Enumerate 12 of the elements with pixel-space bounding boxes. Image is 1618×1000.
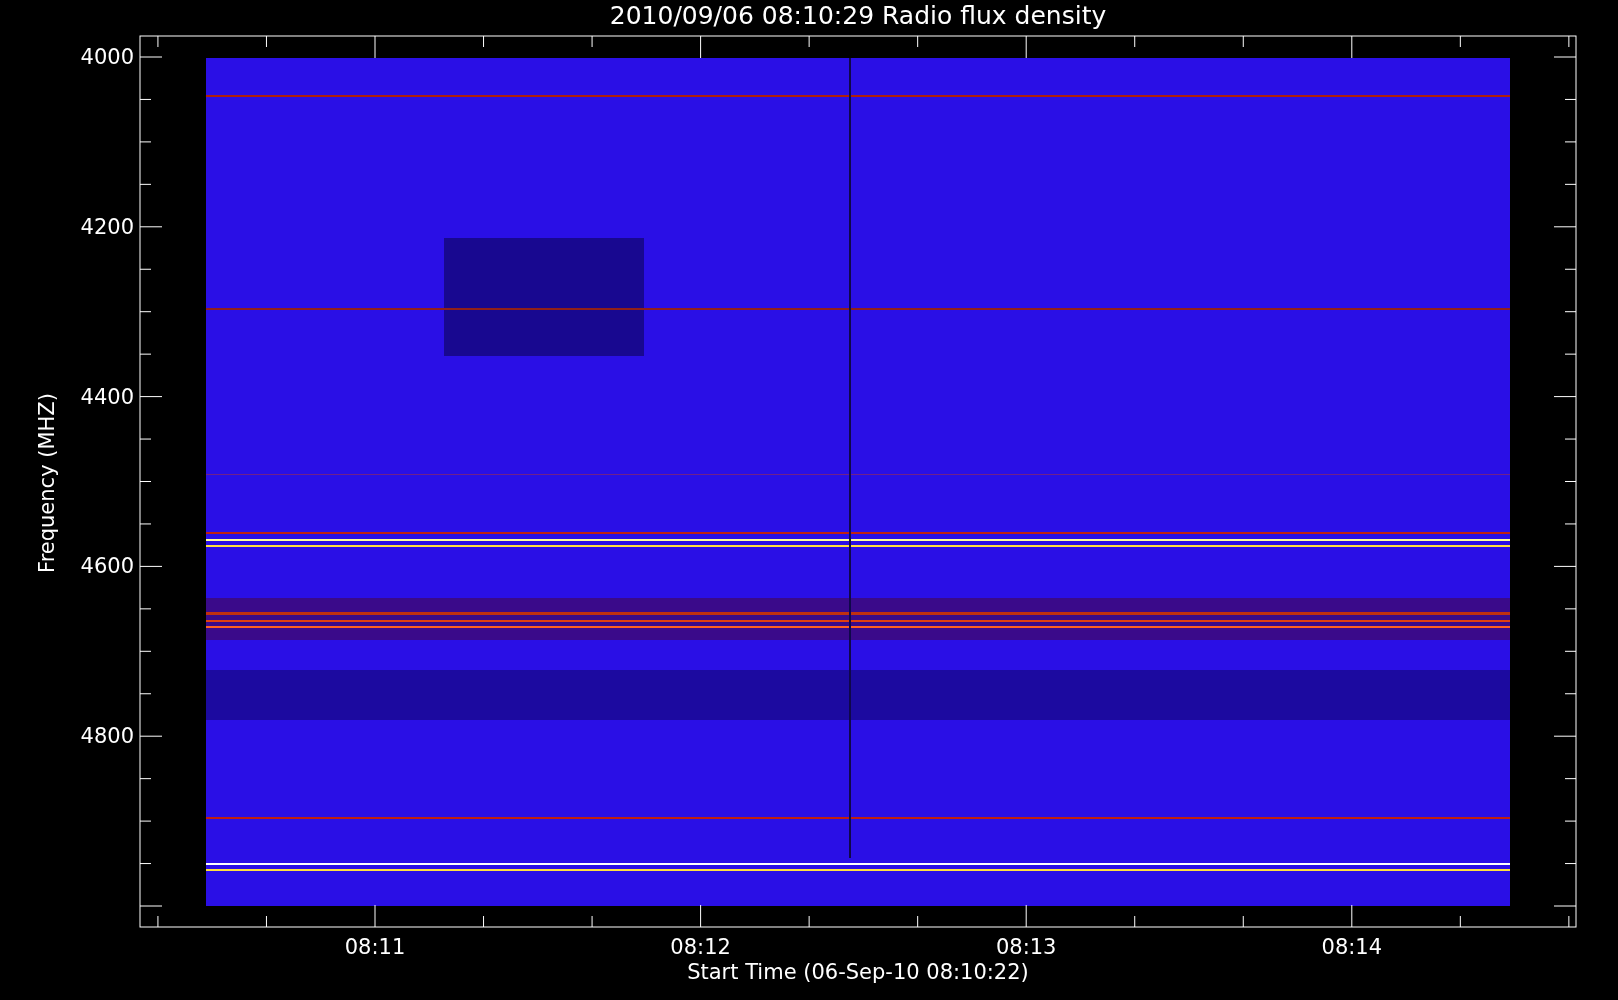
y-tick-label: 4000 bbox=[80, 45, 134, 69]
x-tick-label: 08:12 bbox=[670, 935, 731, 959]
chart-title: 2010/09/06 08:10:29 Radio flux density bbox=[609, 1, 1107, 30]
y-tick-label: 4400 bbox=[80, 384, 134, 409]
x-axis-label: Start Time (06-Sep-10 08:10:22) bbox=[687, 960, 1029, 984]
x-tick-label: 08:11 bbox=[344, 935, 406, 959]
y-tick-label: 4600 bbox=[80, 554, 134, 579]
y-tick-label: 4200 bbox=[80, 214, 134, 239]
y-axis-label: Frequency (MHZ) bbox=[35, 393, 59, 573]
y-tick-label: 4800 bbox=[80, 724, 134, 749]
x-tick-label: 08:13 bbox=[995, 935, 1057, 959]
x-tick-label: 08:14 bbox=[1321, 935, 1383, 959]
